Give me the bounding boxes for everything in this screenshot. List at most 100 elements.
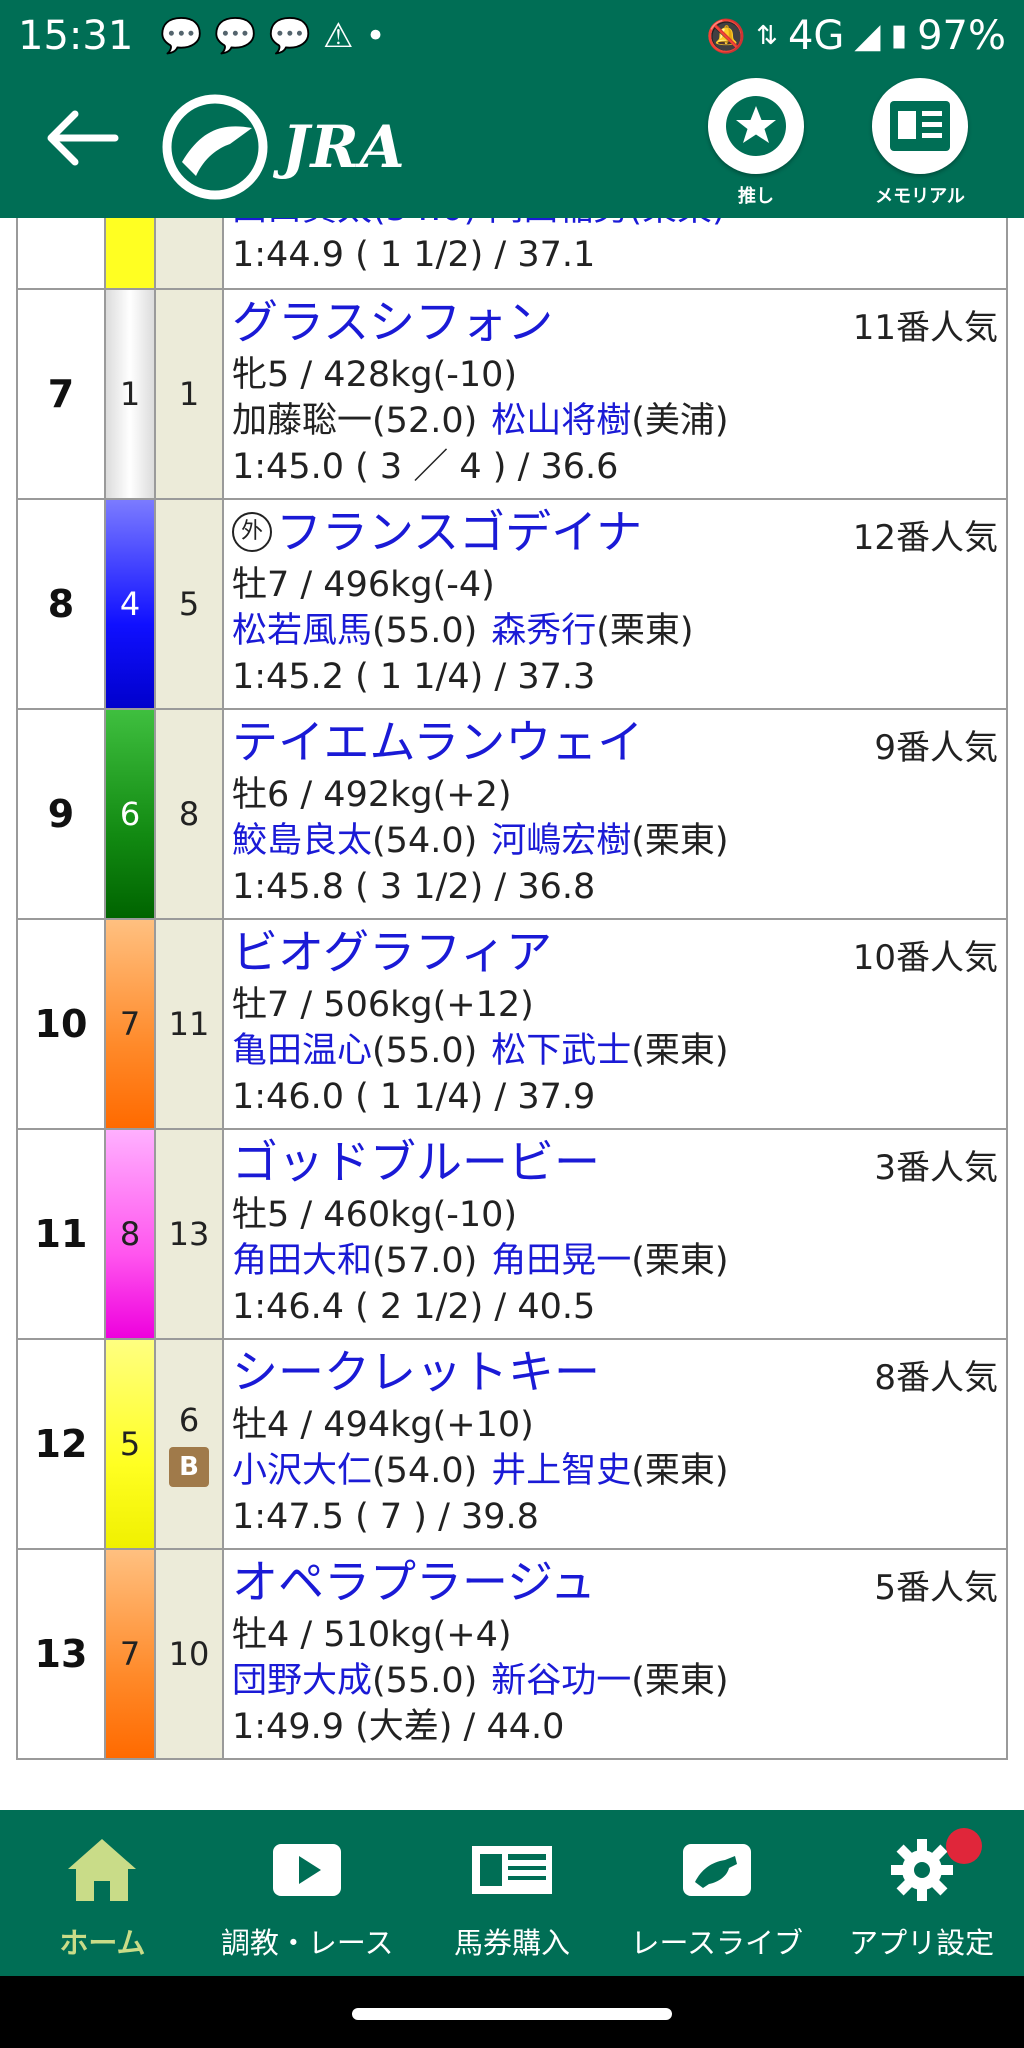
trainer-link[interactable]: 河嶋宏樹 [491, 821, 631, 861]
horse-number-cell: 11 [156, 920, 224, 1128]
popularity: 11番人気 [852, 308, 998, 348]
nav-training-race[interactable]: 調教・レース [205, 1810, 410, 1976]
nav-ticket-purchase[interactable]: 馬券購入 [410, 1810, 615, 1976]
star-icon [726, 96, 786, 156]
horse-number: 13 [168, 1215, 210, 1253]
blinker-badge: B [169, 1447, 209, 1487]
table-row[interactable]: 13 7 10 オペラプラージュ 5番人気 牡4 / 510kg(+4) 団野大成(55.0… [18, 1550, 1006, 1760]
jockey-trainer-line: 小沢大仁(54.0) 井上智史(栗東) [232, 1448, 998, 1494]
rank-cell: 8 [18, 500, 106, 708]
jockey-trainer-line: 松若風馬(55.0) 森秀行(栗東) [232, 608, 998, 654]
horse-number: 6 [178, 1401, 200, 1439]
chat-icon: 💬 [160, 16, 203, 56]
horse-name-link[interactable]: フランスゴデイナ [276, 505, 642, 559]
jra-logo: JRA [160, 92, 406, 202]
horse-info-cell: シークレットキー 8番人気 牡4 / 494kg(+10) 小沢大仁(54.0) 井上智… [224, 1340, 1006, 1548]
trainer-link[interactable]: 井上智史 [491, 1451, 631, 1491]
horse-name-link[interactable]: グラスシフォン [232, 295, 553, 349]
waku-cell: 7 [106, 1550, 156, 1758]
memorial-button[interactable]: メモリアル [860, 78, 980, 218]
rank-cell: 12 [18, 1340, 106, 1548]
jockey-link[interactable]: 小沢大仁 [232, 1451, 372, 1491]
table-row[interactable]: 7 1 1 グラスシフォン 11番人気 牝5 / 428kg(-10) 加藤聡一(52.0)… [18, 290, 1006, 500]
popularity: 5番人気 [874, 1568, 998, 1608]
stable: (栗東) [631, 1661, 729, 1701]
network-label: 4G [787, 13, 845, 59]
rank-cell: 11 [18, 1130, 106, 1338]
horse-number-cell: 10 [156, 1550, 224, 1758]
table-row[interactable]: 9 6 8 テイエムランウェイ 9番人気 牡6 / 492kg(+2) 鮫島良太(54.0)… [18, 710, 1006, 920]
jockey-trainer-line: 鮫島良太(54.0) 河嶋宏樹(栗東) [232, 818, 998, 864]
nav-home[interactable]: ホーム [0, 1810, 205, 1976]
partial-cut-text: 田口貫太(54.0) 岡田稲男(栗東) [232, 218, 998, 232]
trainer-link[interactable]: 松下武士 [491, 1031, 631, 1071]
jockey-weight: (54.0) [372, 821, 478, 861]
chat-icon: 💬 [268, 16, 312, 56]
sex-age-weight: 牡5 / 460kg(-10) [232, 1195, 518, 1235]
battery-icon: ▮ [890, 18, 908, 53]
race-results-table: 田口貫太(54.0) 岡田稲男(栗東) 1:44.9 ( 1 1/2) / 37… [16, 218, 1008, 1760]
time-line: 1:45.2 ( 1 1/4) / 37.3 [232, 657, 596, 697]
time-line: 1:47.5 ( 7 ) / 39.8 [232, 1497, 539, 1537]
status-bar: 15:31 💬 💬 💬 ⚠ • 🔕 ⇅ 4G ◢ ▮ 97% [0, 0, 1024, 72]
nav-race-live[interactable]: レースライブ [614, 1810, 819, 1976]
horse-name-link[interactable]: ビオグラフィア [232, 925, 552, 979]
stable: (栗東) [631, 1241, 729, 1281]
horse-number: 11 [168, 1005, 210, 1043]
horse-number: 1 [178, 375, 200, 413]
horse-name-link[interactable]: テイエムランウェイ [232, 715, 643, 769]
table-row[interactable]: 10 7 11 ビオグラフィア 10番人気 牡7 / 506kg(+12) 亀田温心(55.… [18, 920, 1006, 1130]
stable: (美浦) [631, 401, 729, 441]
waku-cell [106, 218, 156, 288]
status-right: 🔕 ⇅ 4G ◢ ▮ 97% [706, 10, 1006, 62]
popularity: 9番人気 [874, 728, 998, 768]
jockey-trainer-line: 団野大成(55.0) 新谷功一(栗東) [232, 1658, 998, 1704]
stable: (栗東) [596, 611, 694, 651]
jockey-link[interactable]: 角田大和 [232, 1241, 372, 1281]
horse-info-cell: 外フランスゴデイナ 12番人気 牡7 / 496kg(-4) 松若風馬(55.0) 森秀… [224, 500, 1006, 708]
signal-icon: ◢ [854, 16, 881, 56]
horse-name-link[interactable]: ゴッドブルービー [232, 1135, 600, 1189]
trainer-link[interactable]: 松山将樹 [491, 401, 631, 441]
jockey-trainer-line: 加藤聡一(52.0) 松山将樹(美浦) [232, 398, 998, 444]
table-row[interactable]: 8 4 5 外フランスゴデイナ 12番人気 牡7 / 496kg(-4) 松若風馬(55.0… [18, 500, 1006, 710]
back-button[interactable] [36, 102, 126, 182]
logo-text: JRA [282, 113, 406, 181]
table-row[interactable]: 12 5 6 B シークレットキー 8番人気 牡4 / 494kg(+10) 小沢大仁(54.… [18, 1340, 1006, 1550]
sex-age-weight: 牡6 / 492kg(+2) [232, 775, 512, 815]
jockey-link[interactable]: 亀田温心 [232, 1031, 372, 1071]
notification-icons: 💬 💬 💬 ⚠ • [160, 14, 386, 58]
trainer-link[interactable]: 新谷功一 [491, 1661, 631, 1701]
sex-age-weight: 牡4 / 510kg(+4) [232, 1615, 512, 1655]
horse-number: 8 [178, 795, 200, 833]
horse-info-cell: オペラプラージュ 5番人気牡4 / 510kg(+4) 団野大成(55.0) 新谷功一… [224, 1550, 1006, 1758]
stable: (栗東) [631, 1451, 729, 1491]
horse-number: 5 [178, 585, 200, 623]
jockey-link[interactable]: 鮫島良太 [232, 821, 372, 861]
trainer-link[interactable]: 角田晃一 [491, 1241, 631, 1281]
notification-badge [945, 1828, 982, 1864]
app-header: JRA 推し メモリアル [0, 72, 1024, 218]
stable: (栗東) [631, 821, 729, 861]
horse-info-cell: テイエムランウェイ 9番人気牡6 / 492kg(+2) 鮫島良太(54.0) 河嶋宏… [224, 710, 1006, 918]
jockey-trainer-line: 亀田温心(55.0) 松下武士(栗東) [232, 1028, 998, 1074]
jockey-link[interactable]: 松若風馬 [232, 611, 372, 651]
nav-app-settings[interactable]: アプリ設定 [819, 1810, 1024, 1976]
jockey-link: 加藤聡一 [232, 401, 373, 441]
horse-name-link[interactable]: オペラプラージュ [232, 1555, 596, 1609]
battery-level: 97% [917, 13, 1006, 59]
trainer-link[interactable]: 森秀行 [491, 611, 596, 651]
time-line: 1:45.0 ( 3 ／ 4 ) / 36.6 [232, 447, 619, 487]
table-row-partial: 田口貫太(54.0) 岡田稲男(栗東) 1:44.9 ( 1 1/2) / 37… [18, 218, 1006, 290]
status-time: 15:31 [18, 13, 134, 59]
gesture-handle[interactable] [352, 2008, 672, 2020]
memorial-card-icon [890, 101, 950, 151]
horse-name-link[interactable]: シークレットキー [232, 1345, 600, 1399]
time-line: 1:46.4 ( 2 1/2) / 40.5 [232, 1287, 596, 1327]
jockey-weight: (52.0) [372, 401, 478, 441]
foreign-trained-mark: 外 [232, 511, 272, 552]
jockey-link[interactable]: 団野大成 [232, 1661, 372, 1701]
back-arrow-icon [47, 110, 119, 166]
table-row[interactable]: 11 8 13 ゴッドブルービー 3番人気 牡5 / 460kg(-10) 角田大和(57.… [18, 1130, 1006, 1340]
oshi-button[interactable]: 推し [696, 78, 816, 218]
